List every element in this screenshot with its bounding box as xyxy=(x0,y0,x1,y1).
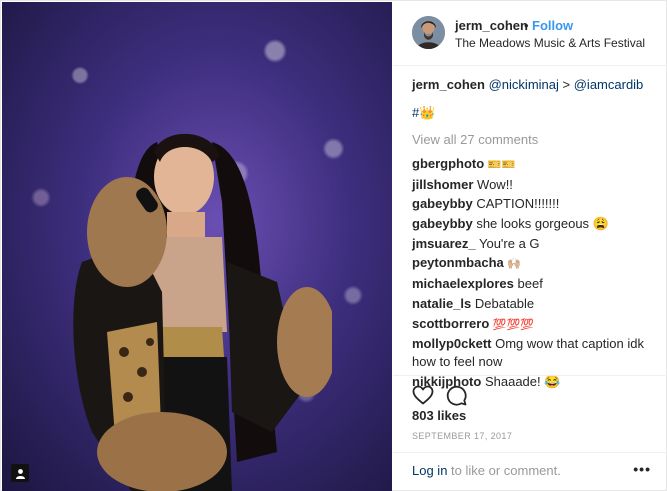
post-header: jerm_cohen • Follow The Meadows Music & … xyxy=(393,2,667,66)
user-tag-icon[interactable] xyxy=(11,464,29,482)
post-actions: 803 likes SEPTEMBER 17, 2017 xyxy=(393,375,667,445)
post-date: SEPTEMBER 17, 2017 xyxy=(412,431,513,441)
view-all-comments-link[interactable]: View all 27 comments xyxy=(412,132,657,150)
location-link[interactable]: The Meadows Music & Arts Festival xyxy=(455,36,645,50)
like-count[interactable]: 803 likes xyxy=(412,408,466,423)
comment-text: 💯💯💯 xyxy=(492,318,535,331)
comment-text: CAPTION!!!!!!! xyxy=(476,196,560,212)
more-options-icon[interactable]: ••• xyxy=(633,461,651,477)
comment-username[interactable]: peytonmbacha xyxy=(412,255,504,270)
mention-link[interactable]: @iamcardib xyxy=(574,77,644,92)
comment-item: gabeybby CAPTION!!!!!!! xyxy=(412,195,657,213)
comment-item: gabeybby she looks gorgeous 😩 xyxy=(412,215,657,233)
comment-item: jillshomer Wow!! xyxy=(412,176,657,194)
heart-outline-icon[interactable] xyxy=(411,383,435,407)
login-prompt: Log in to like or comment. xyxy=(412,463,561,478)
caption-username[interactable]: jerm_cohen xyxy=(412,77,485,92)
comment-item: michaelexplores beef xyxy=(412,275,657,293)
instagram-post: jerm_cohen • Follow The Meadows Music & … xyxy=(0,0,667,491)
header-separator: • xyxy=(524,18,529,33)
comments-list: jerm_cohen @nickiminaj > @iamcardib #👑 V… xyxy=(412,76,657,393)
comment-username[interactable]: gabeybby xyxy=(412,196,473,211)
caption: jerm_cohen @nickiminaj > @iamcardib xyxy=(412,76,657,94)
comment-text: she looks gorgeous 😩 xyxy=(476,216,609,232)
comment-item: gbergphoto 🎫🎫 xyxy=(412,155,657,174)
comment-text: Debatable xyxy=(474,295,535,311)
comment-text: beef xyxy=(517,276,543,292)
comment-username[interactable]: scottborrero xyxy=(412,316,489,331)
comment-username[interactable]: natalie_ls xyxy=(412,296,471,311)
comment-bubble-icon[interactable] xyxy=(444,383,468,407)
comment-item: peytonmbacha 🙌🏼 xyxy=(412,254,657,273)
comment-item: natalie_ls Debatable xyxy=(412,295,657,313)
hashtag-link[interactable]: #👑 xyxy=(412,105,657,123)
mention-link[interactable]: @nickiminaj xyxy=(489,77,559,92)
login-bar: Log in to like or comment. ••• xyxy=(393,452,667,491)
caption-separator: > xyxy=(562,77,571,92)
login-prompt-text: to like or comment. xyxy=(447,463,561,478)
post-sidebar: jerm_cohen • Follow The Meadows Music & … xyxy=(393,2,667,491)
header-username[interactable]: jerm_cohen xyxy=(455,18,528,33)
login-link[interactable]: Log in xyxy=(412,463,447,478)
comment-item: jmsuarez_ You're a G xyxy=(412,235,657,253)
comment-username[interactable]: jillshomer xyxy=(412,177,473,192)
comment-text: You're a G xyxy=(478,235,540,251)
comment-username[interactable]: gabeybby xyxy=(412,216,473,231)
post-photo[interactable] xyxy=(2,2,392,491)
avatar[interactable] xyxy=(412,16,445,49)
comment-text: 🎫🎫 xyxy=(487,159,516,171)
comment-username[interactable]: jmsuarez_ xyxy=(412,236,476,251)
comment-username[interactable]: mollyp0ckett xyxy=(412,336,491,351)
comment-item: scottborrero 💯💯💯 xyxy=(412,315,657,334)
comment-username[interactable]: michaelexplores xyxy=(412,276,514,291)
comment-text: Wow!! xyxy=(477,176,513,192)
comment-item: mollyp0ckett Omg wow that caption idk ho… xyxy=(412,335,657,371)
follow-button[interactable]: Follow xyxy=(532,18,573,33)
comment-text: 🙌🏼 xyxy=(507,258,522,271)
comment-username[interactable]: gbergphoto xyxy=(412,156,484,171)
performer-figure xyxy=(73,133,332,491)
